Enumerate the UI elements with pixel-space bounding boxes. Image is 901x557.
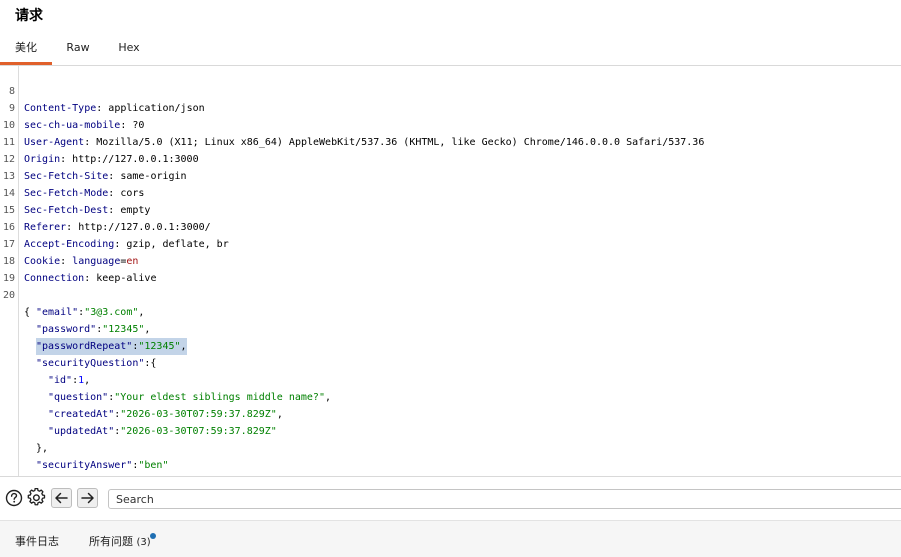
gear-icon[interactable] (27, 487, 47, 508)
arrow-left-icon (55, 492, 68, 504)
body-line[interactable]: "passwordRepeat":"12345", (0, 321, 901, 355)
view-tabs: 美化 Raw Hex (0, 36, 901, 66)
panel-title: 请求 (15, 8, 43, 24)
all-issues-link[interactable]: 所有问题 (3) (89, 533, 151, 549)
status-bar: 事件日志 所有问题 (3) (0, 520, 901, 557)
event-log-link[interactable]: 事件日志 (15, 533, 59, 549)
header-line[interactable]: 11 Origin: http://127.0.0.1:3000 (0, 117, 901, 165)
issues-indicator-dot (150, 533, 156, 539)
header-line[interactable]: 12 Sec-Fetch-Site: same-origin (0, 134, 901, 182)
cookie-line[interactable]: 17 Cookie: language=en (0, 219, 901, 267)
body-line[interactable]: "email":"3@3.com", (0, 287, 901, 318)
tab-raw[interactable]: Raw (56, 36, 100, 65)
search-input[interactable] (108, 489, 901, 509)
body-line[interactable]: "securityQuestion":{ (0, 338, 901, 369)
body-line[interactable]: } (0, 457, 901, 474)
body-line[interactable]: }, (0, 423, 901, 454)
body-line[interactable]: "securityAnswer":"ben" (0, 440, 901, 471)
tab-hex[interactable]: Hex (108, 36, 150, 65)
header-line[interactable]: 10 User-Agent: Mozilla/5.0 (X11; Linux x… (0, 100, 901, 148)
arrow-right-icon (81, 492, 94, 504)
body-line[interactable]: "question":"Your eldest siblings middle … (0, 372, 901, 403)
help-icon[interactable] (5, 488, 25, 508)
search-toolbar (0, 476, 901, 520)
header-line[interactable]: 8 Content-Type: application/json (0, 66, 901, 114)
previous-match-button[interactable] (51, 488, 72, 508)
header-line[interactable]: 18 Connection: keep-alive (0, 236, 901, 284)
next-match-button[interactable] (77, 488, 98, 508)
body-line[interactable]: "createdAt":"2026-03-30T07:59:37.829Z", (0, 389, 901, 420)
body-line[interactable]: "id":1, (0, 355, 901, 386)
all-issues-label: 所有问题 (89, 535, 133, 548)
header-line[interactable]: 15 Referer: http://127.0.0.1:3000/ (0, 185, 901, 233)
header-line[interactable]: 9 sec-ch-ua-mobile: ?0 (0, 83, 901, 131)
body-line[interactable]: "password":"12345", (0, 304, 901, 335)
panel-header: 请求 (0, 0, 901, 30)
settings-gear-icon (27, 487, 46, 506)
body-line[interactable]: 20 { (0, 270, 901, 318)
help-circle-icon (5, 489, 23, 507)
tab-pretty[interactable]: 美化 (0, 36, 52, 65)
header-line[interactable]: 13 Sec-Fetch-Mode: cors (0, 151, 901, 199)
blank-line[interactable]: 19 (0, 253, 901, 284)
body-line[interactable]: "updatedAt":"2026-03-30T07:59:37.829Z" (0, 406, 901, 437)
request-editor[interactable]: 8 Content-Type: application/json 9 sec-c… (0, 66, 901, 476)
issues-count: (3) (136, 537, 151, 548)
header-line[interactable]: 16 Accept-Encoding: gzip, deflate, br (0, 202, 901, 250)
header-line[interactable]: 14 Sec-Fetch-Dest: empty (0, 168, 901, 216)
